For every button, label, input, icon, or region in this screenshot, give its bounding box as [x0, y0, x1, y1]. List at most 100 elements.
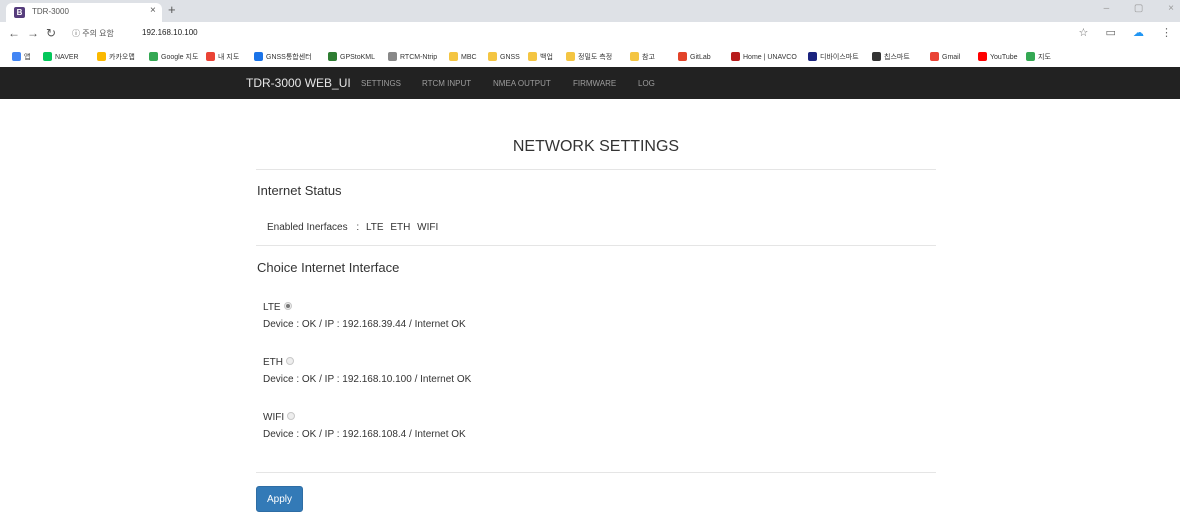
bookmark-favicon-icon: [388, 52, 397, 61]
bookmark-label: GNSS: [500, 54, 520, 61]
choice-interface-heading: Choice Internet Interface: [257, 260, 400, 275]
minimize-icon[interactable]: –: [1104, 3, 1110, 14]
bootstrap-favicon-icon: B: [14, 7, 25, 18]
enabled-interfaces-row: Enabled Inerfaces : LTE ETH WIFI: [267, 222, 438, 233]
maximize-icon[interactable]: ▢: [1134, 3, 1143, 14]
bookmark-item[interactable]: YouTube: [978, 52, 1018, 61]
bookmark-label: 앱: [24, 54, 31, 61]
tab-close-icon[interactable]: ×: [150, 5, 156, 16]
bookmark-favicon-icon: [678, 52, 687, 61]
bookmark-label: 참고: [642, 54, 655, 61]
bookmark-favicon-icon: [488, 52, 497, 61]
enabled-interfaces-label: Enabled Inerfaces: [267, 222, 348, 233]
divider: [256, 472, 936, 473]
option-lte[interactable]: LTE: [263, 302, 292, 313]
bookmark-favicon-icon: [43, 52, 52, 61]
nav-log[interactable]: LOG: [638, 79, 655, 88]
bookmark-favicon-icon: [12, 52, 21, 61]
bookmark-favicon-icon: [328, 52, 337, 61]
bookmark-label: NAVER: [55, 54, 79, 61]
apply-button[interactable]: Apply: [256, 486, 303, 512]
bookmark-item[interactable]: RTCM-Ntrip: [388, 52, 437, 61]
bookmark-label: 백업: [540, 54, 553, 61]
option-eth-label: ETH: [263, 357, 283, 368]
radio-lte[interactable]: [283, 302, 292, 310]
eth-status: Device : OK / IP : 192.168.10.100 / Inte…: [263, 374, 472, 385]
nav-settings[interactable]: SETTINGS: [361, 79, 401, 88]
toolbar-actions: ☆ ▭ ☁ ⋮: [1065, 26, 1172, 39]
wifi-status: Device : OK / IP : 192.168.108.4 / Inter…: [263, 429, 466, 440]
bookmark-item[interactable]: 카카오맵: [97, 52, 135, 62]
browser-tab[interactable]: B TDR-3000 ×: [6, 3, 162, 22]
bookmark-label: 내 지도: [218, 54, 240, 61]
bookmark-favicon-icon: [449, 52, 458, 61]
bookmark-favicon-icon: [254, 52, 263, 61]
enabled-interface-lte: LTE: [365, 222, 384, 233]
bookmark-favicon-icon: [808, 52, 817, 61]
bookmark-favicon-icon: [731, 52, 740, 61]
bookmark-label: GitLab: [690, 54, 711, 61]
bookmark-item[interactable]: 앱: [12, 52, 30, 62]
nav-nmea-output[interactable]: NMEA OUTPUT: [493, 79, 551, 88]
enabled-interface-wifi: WIFI: [417, 222, 439, 233]
bookmark-item[interactable]: 디바이스마트: [808, 52, 859, 62]
bookmark-item[interactable]: 지도: [1026, 52, 1051, 62]
option-eth[interactable]: ETH: [263, 357, 294, 368]
bookmark-item[interactable]: MBC: [449, 52, 477, 61]
menu-icon[interactable]: ⋮: [1161, 27, 1172, 39]
divider: [256, 245, 936, 246]
address-bar[interactable]: 192.168.10.100: [142, 28, 198, 37]
bookmark-item[interactable]: Gmail: [930, 52, 960, 61]
bookmark-label: Home | UNAVCO: [743, 54, 797, 61]
bookmarks-bar: 앱 NAVER 카카오맵 Google 지도 내 지도 GNSS통합센터 GPStoKML R…: [0, 45, 1180, 68]
browser-tabstrip: B TDR-3000 × + – ▢ ×: [0, 0, 1180, 22]
bookmark-item[interactable]: 정밀도 측정: [566, 52, 612, 62]
bookmark-item[interactable]: GNSS: [488, 52, 520, 61]
bookmark-item[interactable]: 참고: [630, 52, 655, 62]
option-wifi-label: WIFI: [263, 412, 285, 423]
bookmark-label: 디바이스마트: [820, 54, 859, 61]
forward-icon[interactable]: →: [27, 26, 39, 40]
close-window-icon[interactable]: ×: [1168, 3, 1174, 14]
cast-icon[interactable]: ▭: [1105, 27, 1115, 39]
option-lte-label: LTE: [263, 302, 281, 313]
bookmark-label: GPStoKML: [340, 54, 376, 61]
bookmark-label: 정밀도 측정: [578, 54, 613, 61]
back-icon[interactable]: ←: [8, 26, 20, 40]
tab-title: TDR-3000: [32, 7, 69, 16]
bookmark-favicon-icon: [1026, 52, 1035, 61]
bookmark-label: 카카오맵: [109, 54, 135, 61]
bookmark-item[interactable]: Google 지도: [149, 52, 198, 62]
lte-status: Device : OK / IP : 192.168.39.44 / Inter…: [263, 319, 466, 330]
bookmark-item[interactable]: GPStoKML: [328, 52, 375, 61]
app-navbar: TDR-3000 WEB_UI SETTINGS RTCM INPUT NMEA…: [0, 67, 1180, 99]
separator: :: [356, 222, 360, 233]
nav-firmware[interactable]: FIRMWARE: [573, 79, 616, 88]
bookmark-star-icon[interactable]: ☆: [1079, 27, 1089, 39]
page-title: NETWORK SETTINGS: [512, 138, 680, 155]
bookmark-favicon-icon: [528, 52, 537, 61]
internet-status-heading: Internet Status: [257, 183, 342, 198]
bookmark-label: Gmail: [942, 54, 961, 61]
option-wifi[interactable]: WIFI: [263, 412, 296, 423]
bookmark-favicon-icon: [630, 52, 639, 61]
nav-rtcm-input[interactable]: RTCM INPUT: [422, 79, 471, 88]
security-indicator[interactable]: ⓘ 주의 요함: [72, 28, 114, 39]
extension-cloud-icon[interactable]: ☁: [1133, 27, 1144, 39]
bookmark-item[interactable]: 백업: [528, 52, 553, 62]
bookmark-item[interactable]: GitLab: [678, 52, 711, 61]
reload-icon[interactable]: ↻: [46, 26, 56, 40]
bookmark-item[interactable]: GNSS통합센터: [254, 52, 312, 62]
brand-link[interactable]: TDR-3000 WEB_UI: [246, 76, 351, 90]
radio-wifi[interactable]: [287, 412, 296, 420]
new-tab-button[interactable]: +: [168, 3, 176, 17]
radio-eth[interactable]: [286, 357, 294, 365]
divider: [256, 169, 936, 170]
bookmark-item[interactable]: 칩스마트: [872, 52, 910, 62]
bookmark-label: RTCM-Ntrip: [400, 54, 438, 61]
bookmark-item[interactable]: Home | UNAVCO: [731, 52, 797, 61]
bookmark-label: 지도: [1038, 54, 1051, 61]
bookmark-favicon-icon: [149, 52, 158, 61]
bookmark-item[interactable]: 내 지도: [206, 52, 239, 62]
bookmark-item[interactable]: NAVER: [43, 52, 79, 61]
